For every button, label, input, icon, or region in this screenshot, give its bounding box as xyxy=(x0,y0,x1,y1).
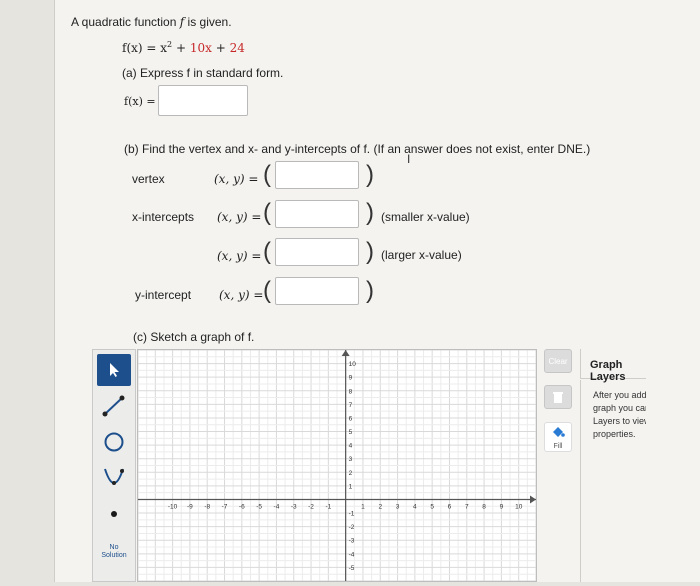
circle-icon xyxy=(104,432,124,452)
y-tick-label: -3 xyxy=(349,538,355,545)
line-segment-icon xyxy=(102,395,125,417)
graph-layers-help: After you add an object to the graph you… xyxy=(580,380,646,582)
delete-button[interactable] xyxy=(544,385,572,409)
y-tick-label: -2 xyxy=(349,524,355,531)
y-tick-label: 10 xyxy=(349,361,357,368)
x-tick-label: -5 xyxy=(256,503,262,510)
x-tick-label: 3 xyxy=(396,503,400,510)
vertex-input[interactable] xyxy=(275,161,359,189)
x-int-small-xy-label: (x, y) = xyxy=(217,210,262,224)
clear-label: Clear xyxy=(548,356,568,366)
y-tick-label: 4 xyxy=(349,443,353,450)
y-tick-label: 3 xyxy=(349,456,353,463)
x-intercepts-label: x-intercepts xyxy=(132,210,195,224)
parabola-tool[interactable] xyxy=(97,462,131,494)
x-tick-label: -6 xyxy=(239,503,245,510)
function-equation: f(x) = x2 + 10x + 24 xyxy=(122,40,245,55)
paint-bucket-icon xyxy=(553,427,565,437)
part-c-label: (c) Sketch a graph of f. xyxy=(133,330,255,344)
part-a-answer-label: f(x) = xyxy=(124,95,156,108)
problem-intro: A quadratic function f is given. xyxy=(71,15,232,29)
text-cursor-icon: I xyxy=(407,152,411,166)
circle-tool[interactable] xyxy=(97,426,131,458)
x-tick-label: -4 xyxy=(274,503,280,510)
fill-label: Fill xyxy=(553,443,563,450)
x-tick-label: 8 xyxy=(482,503,486,510)
y-tick-label: 1 xyxy=(349,483,353,490)
no-solution-button[interactable]: No Solution xyxy=(97,534,131,570)
cursor-arrow-icon xyxy=(110,363,119,377)
smaller-x-value-note: (smaller x-value) xyxy=(381,210,470,224)
x-tick-label: -2 xyxy=(308,503,314,510)
parabola-icon xyxy=(104,468,124,485)
x-int-large-open-paren: ( xyxy=(263,238,271,265)
graph-layers-help-text: After you add an object to the graph you… xyxy=(593,390,646,439)
y-tick-label: -5 xyxy=(349,565,355,572)
point-tool[interactable] xyxy=(97,498,131,530)
y-tick-label: 8 xyxy=(349,388,353,395)
y-tick-label: -1 xyxy=(349,511,355,518)
vertex-label: vertex xyxy=(132,172,165,186)
fill-button[interactable]: Fill xyxy=(544,422,572,452)
y-tick-label: 6 xyxy=(349,415,353,422)
graph-toolbar: No Solution xyxy=(92,349,136,582)
no-solution-label: No Solution xyxy=(101,544,127,559)
part-b-label: (b) Find the vertex and x- and y-interce… xyxy=(124,142,591,156)
vertex-open-paren: ( xyxy=(263,161,271,188)
x-tick-label: 2 xyxy=(378,503,382,510)
y-tick-label: 5 xyxy=(349,429,353,436)
graph-layers-title: Graph Layers xyxy=(580,349,646,383)
x-tick-label: -8 xyxy=(204,503,210,510)
pointer-tool[interactable] xyxy=(97,354,131,386)
line-segment-tool[interactable] xyxy=(97,390,131,422)
vertex-xy-label: (x, y) = xyxy=(214,172,259,186)
graph-svg[interactable]: -10 -9 -8 -7 -6 -5 -4 -3 -2 -1 1 2 3 4 5 6 7 8 9 10 10 9 8 7 6 5 4… xyxy=(137,349,537,582)
part-a-label: (a) Express f in standard form. xyxy=(122,66,284,80)
x-int-small-close-paren: ) xyxy=(366,199,374,226)
x-tick-label: 7 xyxy=(465,503,469,510)
x-int-small-open-paren: ( xyxy=(263,199,271,226)
larger-x-value-note: (larger x-value) xyxy=(381,248,462,262)
side-tools: Clear Fill xyxy=(540,349,578,459)
x-tick-label: 6 xyxy=(448,503,452,510)
x-tick-label: 1 xyxy=(361,503,365,510)
x-tick-label: 9 xyxy=(500,503,504,510)
x-tick-label: -3 xyxy=(291,503,297,510)
y-tick-label: 7 xyxy=(349,402,353,409)
trash-icon xyxy=(553,391,563,403)
x-intercept-larger-input[interactable] xyxy=(275,238,359,266)
x-tick-label: 4 xyxy=(413,503,417,510)
y-tick-label: 9 xyxy=(349,375,353,382)
point-icon xyxy=(111,511,117,517)
x-tick-label: -1 xyxy=(325,503,331,510)
x-tick-label: 10 xyxy=(515,503,523,510)
vertex-close-paren: ) xyxy=(366,161,374,188)
x-intercept-smaller-input[interactable] xyxy=(275,200,359,228)
x-tick-label: -7 xyxy=(222,503,228,510)
x-int-large-close-paren: ) xyxy=(366,238,374,265)
y-tick-label: -4 xyxy=(349,551,355,558)
clear-button[interactable]: Clear xyxy=(544,349,572,373)
x-int-large-xy-label: (x, y) = xyxy=(217,249,262,263)
y-int-xy-label: (x, y) = xyxy=(219,288,264,302)
standard-form-input[interactable] xyxy=(158,85,248,116)
y-tick-label: 2 xyxy=(349,470,353,477)
x-tick-label: 5 xyxy=(430,503,434,510)
y-int-close-paren: ) xyxy=(366,277,374,304)
x-tick-label: -10 xyxy=(168,503,178,510)
y-intercept-input[interactable] xyxy=(275,277,359,305)
x-tick-label: -9 xyxy=(187,503,193,510)
graph-canvas[interactable]: -10 -9 -8 -7 -6 -5 -4 -3 -2 -1 1 2 3 4 5 6 7 8 9 10 10 9 8 7 6 5 4… xyxy=(137,349,537,582)
y-axis-arrow xyxy=(341,350,350,356)
x-axis-arrow xyxy=(530,495,536,504)
y-intercept-label: y-intercept xyxy=(135,288,192,302)
y-int-open-paren: ( xyxy=(263,277,271,304)
